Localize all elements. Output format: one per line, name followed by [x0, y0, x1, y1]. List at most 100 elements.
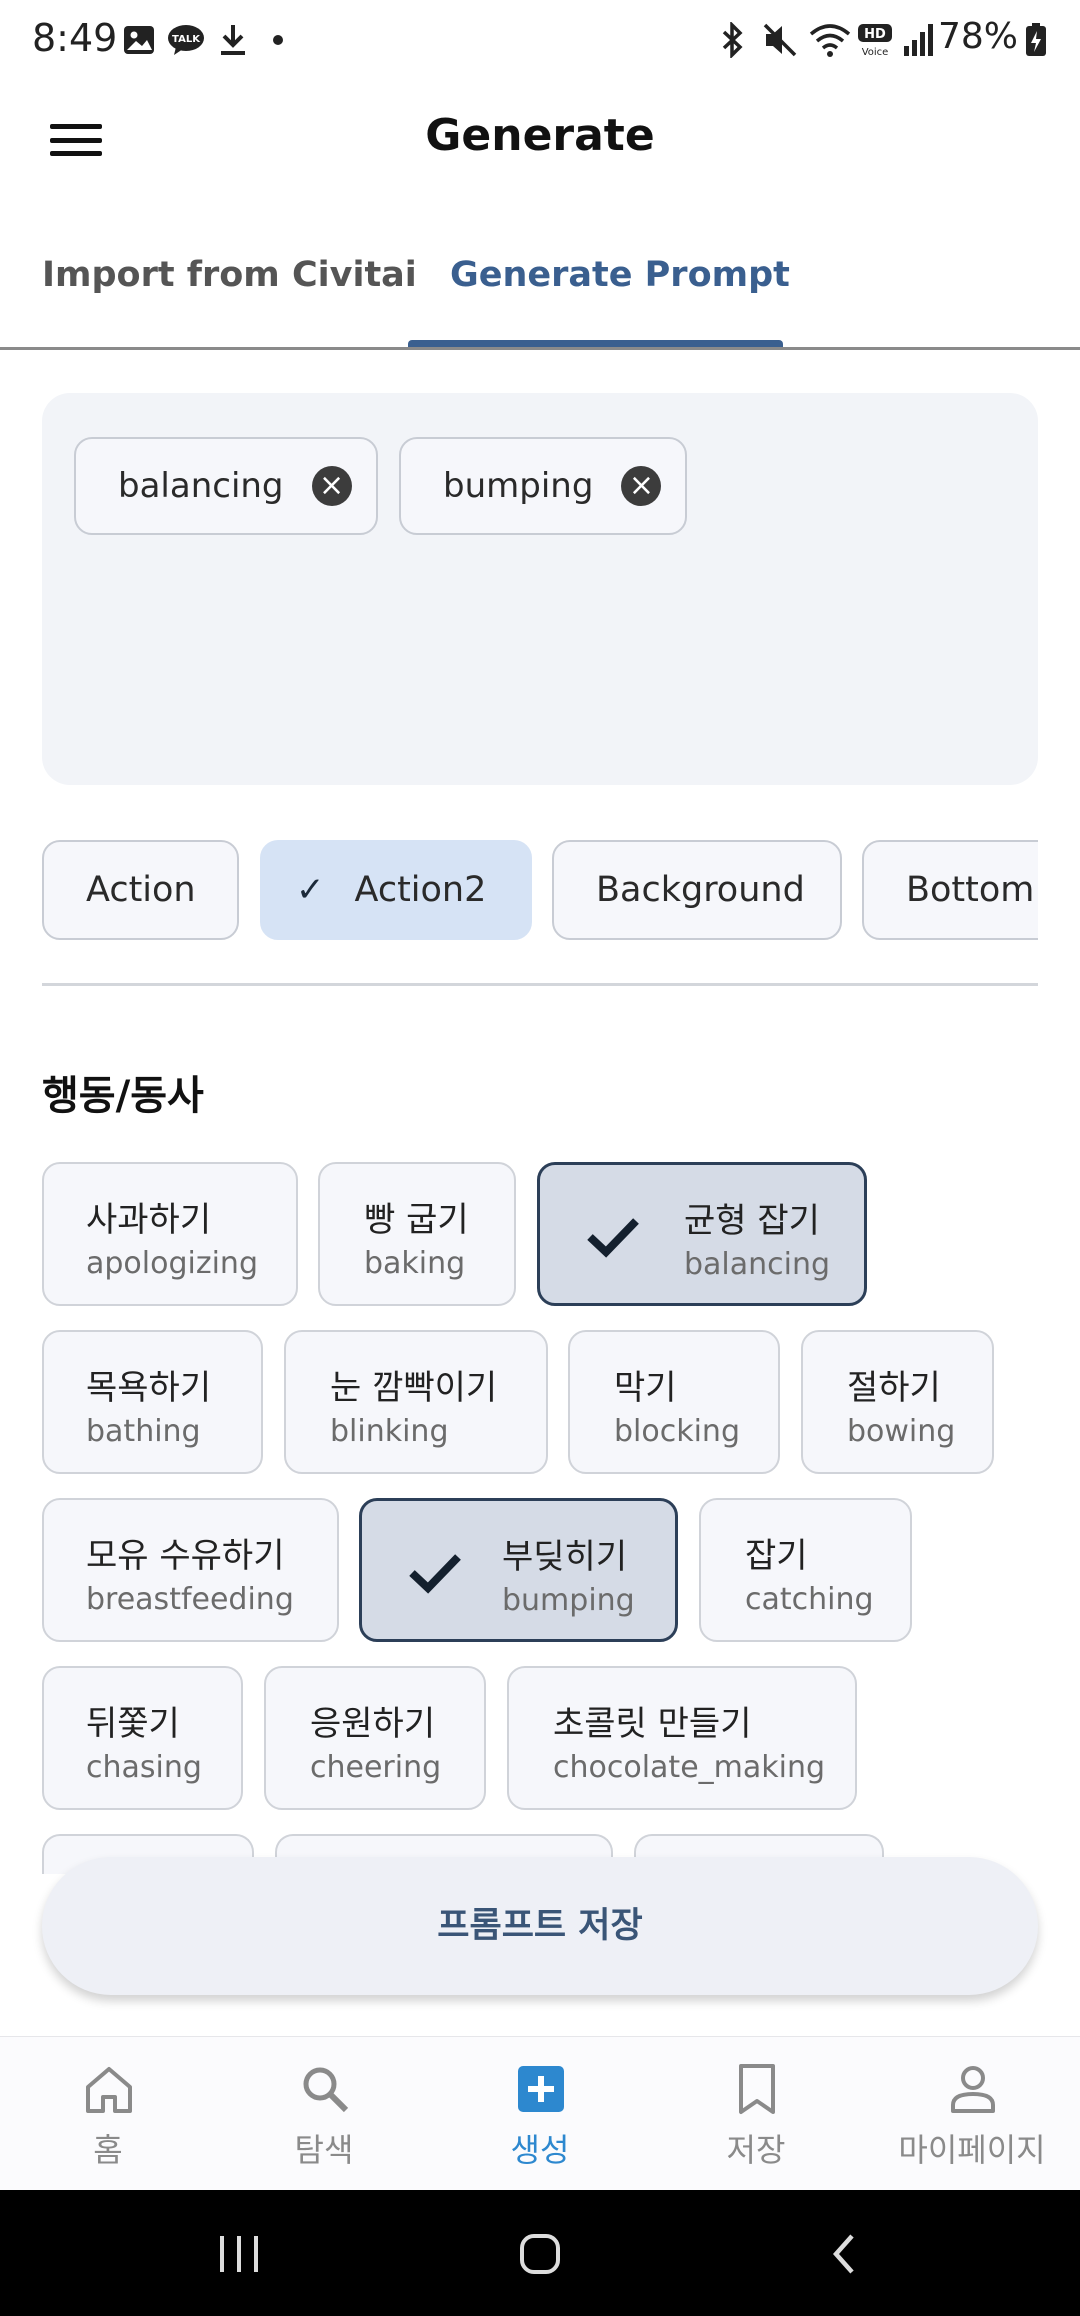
action-label-ko: 목욕하기 [86, 1368, 212, 1408]
search-icon [303, 2067, 349, 2113]
nav-item-search[interactable]: 탐색 [216, 2037, 432, 2191]
action-label-en: bowing [847, 1414, 956, 1449]
kakaotalk-icon: TALK [166, 22, 206, 58]
action-label-ko: 뒤쫓기 [86, 1704, 180, 1744]
battery-icon [1024, 22, 1048, 58]
action-label-en: breastfeeding [86, 1582, 294, 1617]
category-label: Action2 [354, 870, 487, 910]
action-label-en: bumping [502, 1583, 635, 1618]
action-chip-catching[interactable]: 잡기 catching [699, 1498, 912, 1642]
action-label-en: apologizing [86, 1246, 258, 1281]
add-box-icon [518, 2066, 564, 2112]
action-label-ko: 사과하기 [86, 1200, 212, 1240]
bluetooth-icon [718, 22, 748, 58]
bookmark-icon [739, 2064, 775, 2114]
action-label-ko: 응원하기 [310, 1704, 436, 1744]
action-label-ko: 균형 잡기 [684, 1201, 820, 1241]
action-label-ko: 부딪히기 [502, 1537, 628, 1577]
person-icon [951, 2066, 995, 2113]
selected-tag-chip: balancing × [74, 437, 378, 535]
bottom-navigation: 홈 탐색 생성 저장 마이페이지 [0, 2036, 1080, 2191]
action-chip-cheering[interactable]: 응원하기 cheering [264, 1666, 486, 1810]
action-chip-bowing[interactable]: 절하기 bowing [801, 1330, 994, 1474]
check-icon [587, 1218, 639, 1258]
action-label-en: chocolate_making [553, 1750, 826, 1785]
nav-item-mypage[interactable]: 마이페이지 [864, 2037, 1080, 2191]
nav-item-saved[interactable]: 저장 [648, 2037, 864, 2191]
category-chip-action[interactable]: Action [42, 840, 239, 940]
action-chip-blocking[interactable]: 막기 blocking [568, 1330, 780, 1474]
status-time: 8:49 [32, 16, 118, 60]
action-chip-balancing[interactable]: 균형 잡기 balancing [537, 1162, 867, 1306]
action-label-en: cheering [310, 1750, 442, 1785]
action-chip-apologizing[interactable]: 사과하기 apologizing [42, 1162, 298, 1306]
action-label-ko: 절하기 [847, 1368, 941, 1408]
svg-text:TALK: TALK [172, 34, 201, 45]
action-label-en: catching [745, 1582, 874, 1617]
category-chip-action2[interactable]: ✓ Action2 [260, 840, 532, 940]
category-label: Action [86, 870, 196, 910]
nav-label: 마이페이지 [898, 2131, 1046, 2169]
home-button-icon[interactable] [518, 2232, 562, 2276]
tab-import-from-civitai[interactable]: Import from Civitai [42, 255, 417, 295]
nav-item-home[interactable]: 홈 [0, 2037, 216, 2191]
category-label: Bottom [906, 870, 1035, 910]
check-icon: ✓ [296, 870, 325, 910]
svg-text:Voice: Voice [862, 47, 889, 58]
selected-tag-label: bumping [443, 466, 594, 506]
action-chip-bumping[interactable]: 부딪히기 bumping [359, 1498, 678, 1642]
selected-tag-chip: bumping × [399, 437, 687, 535]
page-title: Generate [425, 110, 655, 161]
remove-tag-icon[interactable]: × [311, 466, 352, 506]
category-label: Background [596, 870, 805, 910]
svg-text:HD: HD [864, 27, 886, 42]
action-chip-bathing[interactable]: 목욕하기 bathing [42, 1330, 263, 1474]
action-chip-chasing[interactable]: 뒤쫓기 chasing [42, 1666, 243, 1810]
wifi-icon [808, 22, 852, 58]
action-chip-breastfeeding[interactable]: 모유 수유하기 breastfeeding [42, 1498, 339, 1642]
action-label-ko: 막기 [614, 1368, 677, 1408]
section-title: 행동/동사 [42, 1073, 204, 1119]
nav-label: 저장 [726, 2131, 786, 2169]
action-label-en: blocking [614, 1414, 740, 1449]
action-label-en: baking [364, 1246, 466, 1281]
action-label-ko: 빵 굽기 [364, 1200, 469, 1240]
tabs-divider [0, 347, 1080, 350]
back-icon[interactable] [826, 2232, 862, 2276]
action-label-ko: 모유 수유하기 [86, 1536, 285, 1576]
nav-label: 생성 [510, 2131, 570, 2169]
nav-label: 홈 [93, 2131, 123, 2169]
gallery-icon [122, 22, 156, 58]
download-icon [218, 22, 248, 58]
action-label-en: bathing [86, 1414, 201, 1449]
nav-item-generate[interactable]: 생성 [432, 2037, 648, 2191]
action-label-en: balancing [684, 1247, 831, 1282]
remove-tag-icon[interactable]: × [621, 466, 662, 506]
hd-voice-icon: HD Voice [856, 22, 894, 58]
action-label-ko: 초콜릿 만들기 [553, 1704, 752, 1744]
action-label-ko: 눈 깜빡이기 [330, 1368, 498, 1408]
nav-label: 탐색 [294, 2131, 354, 2169]
check-icon [409, 1554, 461, 1594]
home-icon [86, 2067, 132, 2113]
section-divider [42, 983, 1038, 986]
category-chip-bottom[interactable]: Bottom [862, 840, 1038, 940]
action-label-ko: 잡기 [745, 1536, 808, 1576]
action-chip-baking[interactable]: 빵 굽기 baking [318, 1162, 516, 1306]
action-label-en: chasing [86, 1750, 202, 1785]
battery-percent: 78% [937, 16, 1018, 57]
category-chip-strip[interactable]: Action ✓ Action2 Background Bottom [42, 840, 1038, 942]
dot-icon [272, 22, 284, 58]
action-chip-blinking[interactable]: 눈 깜빡이기 blinking [284, 1330, 548, 1474]
mute-icon [762, 22, 798, 58]
tab-generate-prompt[interactable]: Generate Prompt [450, 255, 790, 295]
action-label-en: blinking [330, 1414, 449, 1449]
selected-tag-label: balancing [118, 466, 284, 506]
save-prompt-button[interactable]: 프롬프트 저장 [42, 1857, 1038, 1995]
system-navigation-bar [0, 2190, 1080, 2316]
action-chip-chocolate-making[interactable]: 초콜릿 만들기 chocolate_making [507, 1666, 857, 1810]
category-chip-background[interactable]: Background [552, 840, 842, 940]
status-bar: 8:49 TALK HD Voice 78% [0, 0, 1080, 80]
signal-icon [902, 22, 936, 58]
recent-apps-icon[interactable] [216, 2232, 262, 2276]
